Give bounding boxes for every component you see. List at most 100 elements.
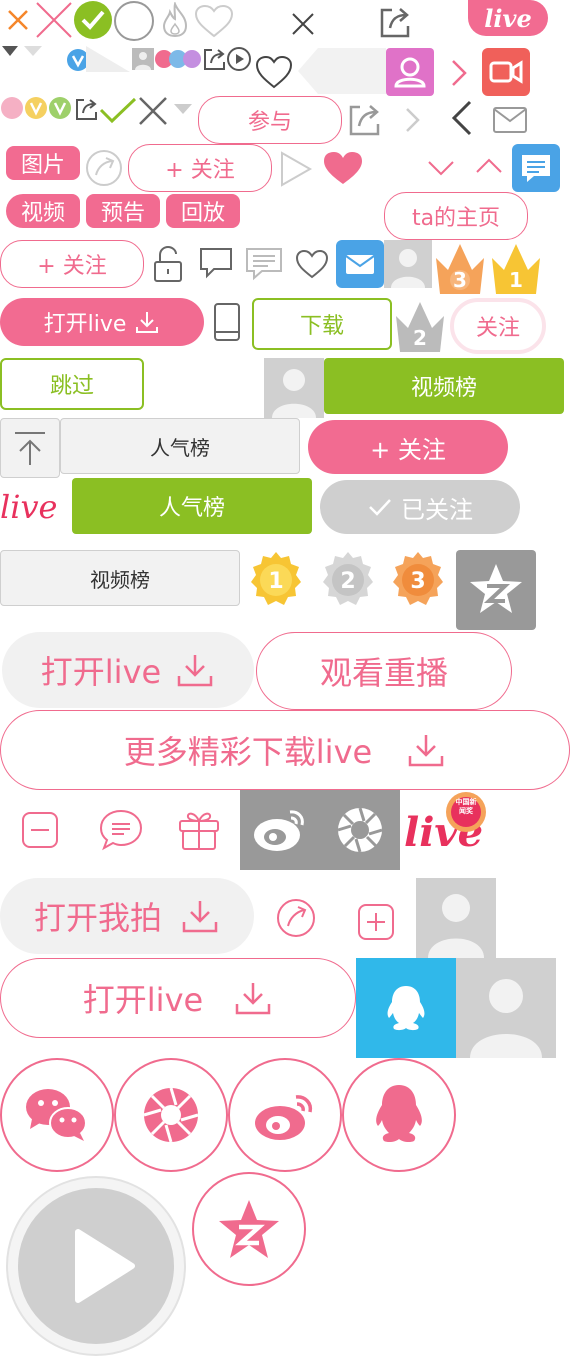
close-orange-icon[interactable] <box>4 6 32 34</box>
video-rank-tab[interactable]: 视频榜 <box>0 550 240 606</box>
avatar-placeholder-medium <box>264 358 324 418</box>
skip-button[interactable]: 跳过 <box>0 358 144 410</box>
heart-outline-small-icon[interactable] <box>294 248 330 280</box>
live-logo-script: live <box>0 488 72 532</box>
video-rank-tab-label: 视频榜 <box>90 567 150 592</box>
triangle-down-dark-icon <box>0 44 20 58</box>
share-small-icon[interactable] <box>202 46 228 72</box>
colorful-emoji-icon <box>154 46 204 72</box>
followed-button[interactable]: 已关注 <box>320 480 520 534</box>
chat-lines-icon[interactable] <box>244 246 284 282</box>
more-download-button[interactable]: 更多精彩下载live <box>0 710 570 790</box>
moments-share-button[interactable] <box>114 1058 228 1172</box>
share-outline-icon[interactable] <box>74 96 100 122</box>
open-live-gray-label: 打开live <box>40 653 162 691</box>
follow-outline-button[interactable]: + 关注 <box>128 144 272 192</box>
more-download-label: 更多精彩下载live <box>123 733 373 771</box>
download-icon <box>136 312 159 333</box>
plus-box-icon[interactable] <box>356 902 396 942</box>
minus-box-icon[interactable] <box>20 810 60 850</box>
flame-icon <box>160 2 190 38</box>
gift-icon[interactable] <box>176 806 222 852</box>
qq-button-blue[interactable] <box>356 958 456 1058</box>
popularity-rank-tab-active[interactable]: 人气榜 <box>72 478 312 534</box>
tag-video[interactable]: 视频 <box>6 194 80 228</box>
download-button-label: 下载 <box>299 314 344 339</box>
chevron-left-dark-icon[interactable] <box>448 98 476 138</box>
follow-filled-label: + 关注 <box>370 435 446 464</box>
follow-circle-button[interactable]: 关注 <box>450 298 546 354</box>
heart-outline-dark-icon[interactable] <box>254 54 294 90</box>
unlock-icon[interactable] <box>150 244 186 284</box>
weibo-button-gray[interactable] <box>240 790 320 870</box>
news-badge-text: 中国新闻奖 <box>455 798 477 815</box>
wechat-share-button[interactable] <box>0 1058 114 1172</box>
open-live-gray-button[interactable]: 打开live <box>2 632 254 708</box>
crown-rank-1-icon: 1 <box>488 240 544 296</box>
moments-button-gray[interactable] <box>320 790 400 870</box>
ta-homepage-button[interactable]: ta的主页 <box>384 192 528 240</box>
open-live-outline-label: 打开live <box>82 981 204 1019</box>
popularity-rank-tab[interactable]: 人气榜 <box>60 418 300 474</box>
chevron-right-pink-icon[interactable] <box>448 58 470 88</box>
watch-replay-button[interactable]: 观看重播 <box>256 632 512 710</box>
chevron-up-pink-icon[interactable] <box>474 156 504 176</box>
check-circle-icon[interactable] <box>73 0 113 40</box>
share-gray-icon[interactable] <box>346 100 384 138</box>
chat-bubble-icon[interactable] <box>198 246 234 280</box>
user-icon-button[interactable] <box>386 48 434 96</box>
close-gray-icon[interactable] <box>291 12 315 36</box>
follow-outline-wide-button[interactable]: + 关注 <box>0 240 144 288</box>
check-green-icon[interactable] <box>98 96 138 126</box>
popularity-rank-tab-label: 人气榜 <box>150 435 210 460</box>
mail-button[interactable] <box>336 240 384 288</box>
triangle-down-light-icon <box>22 44 44 58</box>
open-wopai-button[interactable]: 打开我拍 <box>0 878 254 954</box>
open-live-label: 打开live <box>43 312 127 337</box>
avatar-placeholder-small <box>384 240 432 288</box>
crown-1-number: 1 <box>509 268 523 292</box>
play-circle-small-icon[interactable] <box>226 46 252 72</box>
comment-pink-icon[interactable] <box>98 808 144 852</box>
video-rank-tab-active[interactable]: 视频榜 <box>324 358 564 414</box>
close-pink-icon[interactable] <box>34 0 74 40</box>
qq-share-button[interactable] <box>342 1058 456 1172</box>
comment-button[interactable] <box>512 144 560 192</box>
chevron-right-gray-icon[interactable] <box>402 106 422 134</box>
back-to-top-button[interactable] <box>0 418 60 478</box>
follow-filled-button[interactable]: + 关注 <box>308 420 508 474</box>
play-button-large[interactable] <box>6 1176 186 1356</box>
qzone-button-gray[interactable] <box>456 550 536 630</box>
download-icon <box>235 983 271 1015</box>
check-icon <box>369 499 391 516</box>
share-circle-pink-icon[interactable] <box>274 896 318 940</box>
medal-rank-1-icon: 1 <box>246 550 306 620</box>
tag-replay[interactable]: 回放 <box>166 194 240 228</box>
small-avatar <box>132 48 154 70</box>
tag-preview[interactable]: 预告 <box>86 194 160 228</box>
mail-outline-icon[interactable] <box>492 106 528 134</box>
follow-circle-label: 关注 <box>475 316 520 341</box>
open-live-button[interactable]: 打开live <box>0 298 204 346</box>
share-icon[interactable] <box>378 4 414 40</box>
video-camera-button[interactable] <box>482 48 530 96</box>
phone-icon[interactable] <box>212 302 242 342</box>
crown-rank-2-icon: 2 <box>392 298 448 354</box>
weibo-share-button[interactable] <box>228 1058 342 1172</box>
play-triangle-gray-icon[interactable] <box>278 150 314 188</box>
tag-pictures[interactable]: 图片 <box>6 146 80 180</box>
share-circle-gray-icon[interactable] <box>84 148 124 188</box>
popularity-rank-tab-active-label: 人气榜 <box>158 496 225 521</box>
chevron-down-pink-icon[interactable] <box>426 158 456 178</box>
medal-rank-3-icon: 3 <box>388 550 448 620</box>
heart-filled-pink-icon[interactable] <box>322 150 364 186</box>
avatar-placeholder-large <box>416 878 496 958</box>
qzone-share-button[interactable] <box>192 1172 306 1286</box>
open-live-outline-button[interactable]: 打开live <box>0 958 356 1038</box>
follow-outline-wide-label: + 关注 <box>37 254 107 279</box>
close-dark-icon[interactable] <box>138 96 168 126</box>
join-button[interactable]: 参与 <box>198 96 342 144</box>
heart-outline-icon[interactable] <box>194 4 234 38</box>
download-button[interactable]: 下载 <box>252 298 392 350</box>
empty-circle-icon[interactable] <box>113 0 155 42</box>
